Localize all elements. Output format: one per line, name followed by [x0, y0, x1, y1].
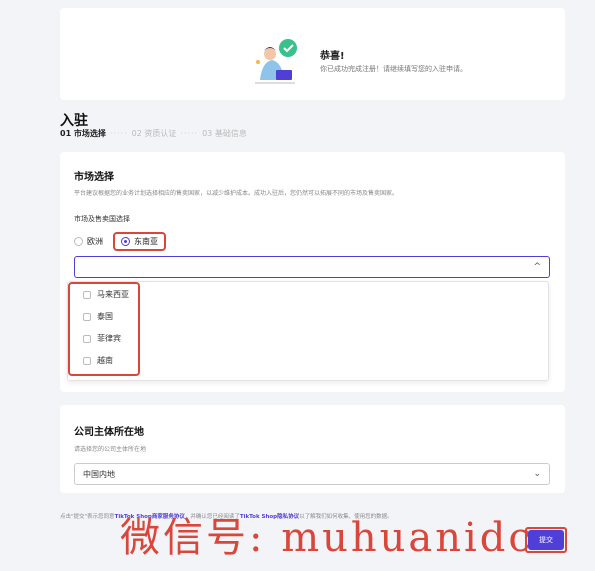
market-field-label: 市场及售卖国选择 [74, 215, 130, 223]
market-section-title: 市场选择 [74, 172, 114, 183]
radio-europe-dot[interactable] [74, 237, 83, 246]
page-title: 入驻 [60, 113, 88, 129]
market-section-description: 平台建议根据您的业务计划选择相应的售卖国家，以减少维护成本。成功入驻后，您仍然可… [74, 190, 399, 197]
company-section-title: 公司主体所在地 [74, 427, 144, 438]
banner-title: 恭喜! [320, 51, 345, 62]
radio-europe-label: 欧洲 [87, 237, 103, 246]
checkbox-icon[interactable] [83, 334, 91, 343]
option-vietnam-label: 越南 [97, 356, 113, 365]
company-location-card: 公司主体所在地 请选择您的公司主体所在地 中国内地 ⌄ [60, 405, 565, 493]
country-multiselect[interactable]: ^ [74, 256, 550, 278]
radio-europe[interactable]: 欧洲 [74, 236, 103, 247]
submit-button[interactable]: 提交 [528, 530, 564, 550]
chevron-down-icon[interactable]: ⌄ [533, 469, 541, 479]
chevron-up-icon[interactable]: ^ [533, 262, 541, 272]
country-dropdown-menu: 马来西亚 泰国 菲律宾 越南 [67, 281, 549, 381]
option-philippines[interactable]: 菲律宾 [83, 333, 121, 344]
radio-southeast-asia-label: 东南亚 [134, 237, 158, 246]
option-thailand[interactable]: 泰国 [83, 311, 113, 322]
agreement-prefix: 点击"提交"表示您同意 [60, 514, 115, 520]
option-malaysia-label: 马来西亚 [97, 290, 129, 299]
success-illustration-icon [255, 39, 297, 84]
checkbox-icon[interactable] [83, 290, 91, 299]
market-radio-group: 欧洲 东南亚 [74, 232, 166, 251]
step-1[interactable]: 01 市场选择 [60, 128, 106, 139]
option-vietnam[interactable]: 越南 [83, 355, 113, 366]
checkbox-icon[interactable] [83, 356, 91, 365]
step-separator: ····· [109, 129, 128, 138]
checkbox-icon[interactable] [83, 312, 91, 321]
company-location-select[interactable]: 中国内地 ⌄ [74, 463, 550, 485]
company-location-value: 中国内地 [83, 469, 115, 479]
banner-subtitle: 你已成功完成注册！请继续填写您的入驻申请。 [320, 65, 467, 73]
option-malaysia[interactable]: 马来西亚 [83, 289, 129, 300]
option-philippines-label: 菲律宾 [97, 334, 121, 343]
option-thailand-label: 泰国 [97, 312, 113, 321]
success-banner: 恭喜! 你已成功完成注册！请继续填写您的入驻申请。 [60, 8, 565, 100]
step-3[interactable]: 03 基础信息 [202, 128, 247, 139]
watermark-text: 微信号: muhuanidc [120, 515, 534, 561]
step-indicator: 01 市场选择 ····· 02 资质认证 ····· 03 基础信息 [60, 128, 247, 139]
step-separator: ····· [180, 129, 199, 138]
company-section-description: 请选择您的公司主体所在地 [74, 446, 147, 453]
radio-southeast-asia-dot[interactable] [121, 237, 130, 246]
radio-southeast-asia[interactable]: 东南亚 [113, 232, 166, 251]
step-2[interactable]: 02 资质认证 [132, 128, 177, 139]
